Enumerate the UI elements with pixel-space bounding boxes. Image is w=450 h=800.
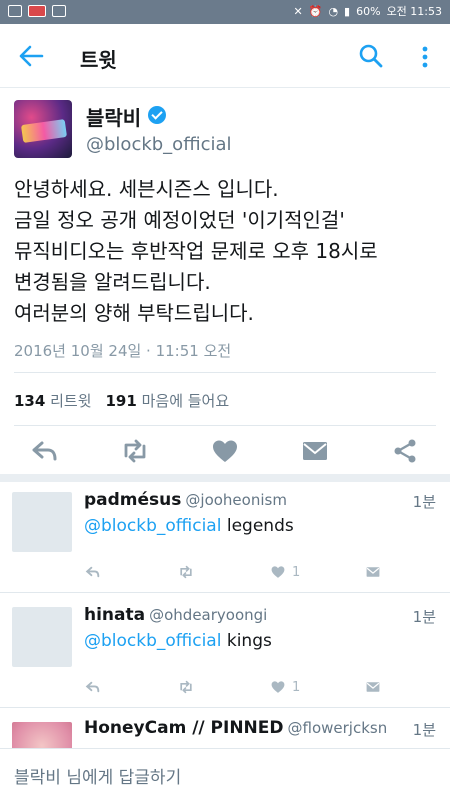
reply-text: @blockb_official kings bbox=[84, 631, 272, 651]
tweet-line: 안녕하세요. 세븐시즌스 입니다. bbox=[14, 177, 279, 201]
reply-time: 1분 bbox=[412, 493, 436, 511]
divider bbox=[0, 707, 450, 708]
like-heart-icon[interactable] bbox=[210, 436, 240, 466]
reply-author[interactable]: padmésus @jooheonism bbox=[84, 490, 287, 510]
reply-time: 1분 bbox=[412, 608, 436, 626]
section-separator bbox=[0, 474, 450, 482]
reply-handle: @flowerjcksn bbox=[287, 719, 388, 737]
author-avatar[interactable] bbox=[14, 100, 72, 158]
avatar[interactable] bbox=[12, 492, 72, 552]
reply-item[interactable]: hinata @ohdearyoongi 1분 @blockb_official … bbox=[0, 597, 450, 707]
tweet-stats: 134 리트윗 191 마음에 들어요 bbox=[14, 390, 229, 411]
clock: 오전 11:53 bbox=[386, 5, 442, 18]
tweet-timestamp: 2016년 10월 24일 · 11:51 오전 bbox=[14, 342, 232, 360]
like-count: 1 bbox=[292, 679, 301, 695]
app-notification-icon bbox=[28, 5, 46, 17]
tweet-line: 금일 정오 공개 예정이었던 '이기적인걸' bbox=[14, 208, 345, 232]
share-icon[interactable] bbox=[390, 436, 420, 466]
mention-link[interactable]: @blockb_official bbox=[84, 516, 221, 536]
reply-author-name: HoneyCam // PINNED bbox=[84, 718, 284, 738]
reply-icon[interactable] bbox=[84, 677, 102, 697]
reply-body: kings bbox=[221, 631, 272, 651]
like-button[interactable]: 1 bbox=[270, 677, 300, 697]
alarm-icon: ⏰ bbox=[308, 5, 323, 18]
reply-icon[interactable] bbox=[84, 562, 102, 582]
reply-icon[interactable] bbox=[30, 436, 60, 466]
reply-time: 1분 bbox=[412, 721, 436, 739]
retweet-stat[interactable]: 134 리트윗 bbox=[14, 390, 92, 411]
avatar[interactable] bbox=[12, 722, 72, 748]
reply-item[interactable]: padmésus @jooheonism 1분 @blockb_official … bbox=[0, 482, 450, 592]
tweet-text: 안녕하세요. 세븐시즌스 입니다. 금일 정오 공개 예정이었던 '이기적인걸'… bbox=[14, 174, 444, 329]
page-title: 트윗 bbox=[80, 48, 117, 72]
divider bbox=[14, 372, 436, 373]
retweet-label: 리트윗 bbox=[50, 392, 92, 410]
reply-item[interactable]: HoneyCam // PINNED @flowerjcksn 1분 bbox=[0, 712, 450, 748]
back-arrow-icon[interactable] bbox=[18, 44, 44, 68]
like-count: 191 bbox=[105, 392, 137, 410]
tweet-line: 여러분의 양해 부탁드립니다. bbox=[14, 301, 254, 325]
avatar[interactable] bbox=[12, 607, 72, 667]
reply-handle: @jooheonism bbox=[185, 491, 287, 509]
retweet-icon[interactable] bbox=[176, 677, 196, 697]
like-count: 1 bbox=[292, 564, 301, 580]
notification-icon bbox=[8, 5, 22, 17]
reply-author-name: padmésus bbox=[84, 490, 182, 510]
direct-message-icon[interactable] bbox=[364, 562, 382, 582]
author-name[interactable]: 블락비 bbox=[86, 102, 141, 131]
tweet-line: 뮤직비디오는 후반작업 문제로 오후 18시로 bbox=[14, 239, 378, 263]
signal-icon: ▮ bbox=[344, 5, 351, 18]
like-stat[interactable]: 191 마음에 들어요 bbox=[106, 390, 230, 411]
retweet-count: 134 bbox=[14, 392, 46, 410]
author-handle[interactable]: @blockb_official bbox=[86, 134, 232, 155]
like-heart-icon bbox=[271, 681, 285, 693]
verified-badge-icon bbox=[148, 106, 166, 124]
like-heart-icon bbox=[271, 566, 285, 578]
divider bbox=[14, 425, 436, 426]
reply-composer[interactable]: 블락비 님에게 답글하기 bbox=[0, 748, 450, 800]
like-label: 마음에 들어요 bbox=[141, 392, 230, 410]
reply-handle: @ohdearyoongi bbox=[149, 606, 268, 624]
image-icon bbox=[52, 5, 66, 17]
reply-author[interactable]: HoneyCam // PINNED @flowerjcksn bbox=[84, 718, 387, 738]
tweet-line: 변경됨을 알려드립니다. bbox=[14, 270, 211, 294]
reply-actions: 1 bbox=[84, 562, 384, 582]
direct-message-icon[interactable] bbox=[300, 436, 330, 466]
reply-author-name: hinata bbox=[84, 605, 146, 625]
reply-author[interactable]: hinata @ohdearyoongi bbox=[84, 605, 267, 625]
reply-text: @blockb_official legends bbox=[84, 516, 294, 536]
retweet-icon[interactable] bbox=[120, 436, 150, 466]
direct-message-icon[interactable] bbox=[364, 677, 382, 697]
retweet-icon[interactable] bbox=[176, 562, 196, 582]
wifi-icon: ◔ bbox=[328, 5, 339, 18]
battery-text: 60% bbox=[356, 5, 381, 18]
mention-link[interactable]: @blockb_official bbox=[84, 631, 221, 651]
tweet-actions bbox=[0, 432, 450, 470]
reply-actions: 1 bbox=[84, 677, 384, 697]
app-bar: 트윗 bbox=[0, 24, 450, 88]
divider bbox=[0, 592, 450, 593]
status-bar: ✕ ⏰ ◔ ▮ 60% 오전 11:53 bbox=[0, 0, 450, 24]
reply-body: legends bbox=[221, 516, 294, 536]
mute-icon: ✕ bbox=[293, 5, 303, 18]
search-icon[interactable] bbox=[358, 43, 384, 69]
more-options-icon[interactable] bbox=[418, 44, 432, 70]
like-button[interactable]: 1 bbox=[270, 562, 300, 582]
reply-input-placeholder[interactable]: 블락비 님에게 답글하기 bbox=[14, 763, 181, 788]
